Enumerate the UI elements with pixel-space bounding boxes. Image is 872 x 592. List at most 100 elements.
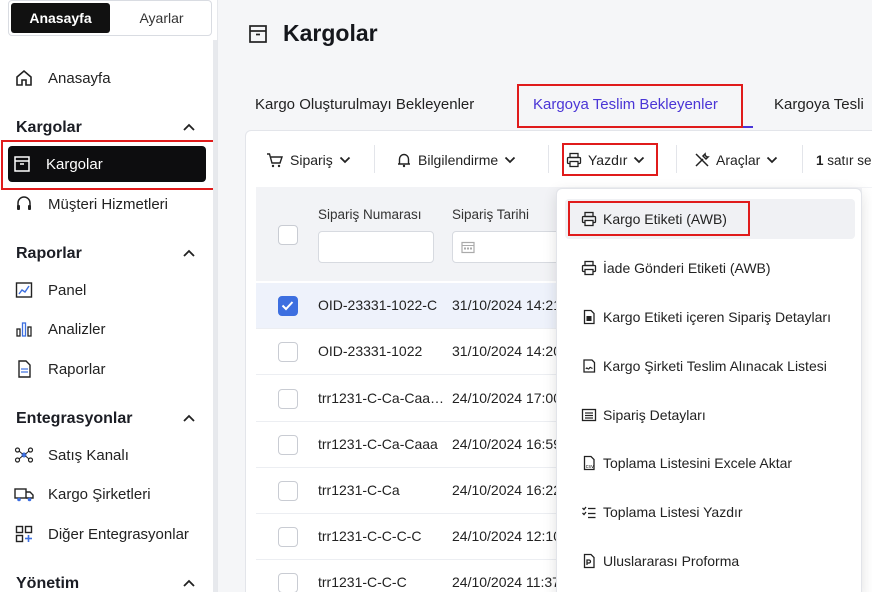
- toolbar-divider: [548, 145, 549, 173]
- section-title: Yönetim: [16, 575, 80, 592]
- document-icon: [581, 309, 597, 325]
- row-checkbox[interactable]: [278, 573, 298, 592]
- print-dropdown-menu: Kargo Etiketi (AWB) İade Gönderi Etiketi…: [556, 188, 862, 592]
- order-no-filter-input[interactable]: [318, 231, 434, 263]
- menu-item-excel-aktar[interactable]: csv Toplama Listesini Excele Aktar: [565, 443, 855, 483]
- select-all-checkbox[interactable]: [278, 225, 298, 245]
- order-date-cell: 24/10/2024 16:22: [452, 482, 561, 498]
- menu-item-kargo-etiketi[interactable]: Kargo Etiketi (AWB): [565, 199, 855, 239]
- sidebar-item-satis-kanali[interactable]: Satış Kanalı: [10, 437, 206, 473]
- order-number-cell: trr1231-C-Ca-Caaa-C: [318, 390, 446, 406]
- menu-item-label: İade Gönderi Etiketi (AWB): [603, 260, 771, 276]
- button-label: Bilgilendirme: [418, 152, 499, 168]
- chevron-down-icon: [766, 156, 778, 164]
- sidebar-item-customer-service[interactable]: Müşteri Hizmetleri: [10, 186, 206, 222]
- menu-item-etiket-siparis-detaylari[interactable]: Kargo Etiketi içeren Sipariş Detayları: [565, 297, 855, 337]
- section-entegrasyonlar[interactable]: Entegrasyonlar: [16, 407, 196, 431]
- sidebar-scrollbar[interactable]: [213, 40, 217, 592]
- sidebar-item-kargolar[interactable]: Kargolar: [8, 146, 206, 182]
- sidebar-item-label: Diğer Entegrasyonlar: [48, 525, 189, 543]
- selection-count: 1 satır se: [816, 149, 872, 171]
- row-checkbox[interactable]: [278, 527, 298, 547]
- row-checkbox[interactable]: [278, 342, 298, 362]
- truck-icon: [12, 482, 36, 506]
- home-icon: [12, 66, 36, 90]
- section-title: Entegrasyonlar: [16, 410, 133, 427]
- menu-item-iade-etiketi[interactable]: İade Gönderi Etiketi (AWB): [565, 248, 855, 288]
- sidebar-item-label: Analizler: [48, 320, 106, 338]
- archive-box-icon: [10, 152, 34, 176]
- tab-awaiting-creation[interactable]: Kargo Oluşturulmayı Bekleyenler: [255, 96, 474, 113]
- row-checkbox[interactable]: [278, 481, 298, 501]
- menu-item-toplama-listesi-yazdir[interactable]: Toplama Listesi Yazdır: [565, 492, 855, 532]
- chevron-down-icon: [504, 156, 516, 164]
- toolbar: Sipariş Bilgilendirme Yazdır Araçlar 1 s…: [246, 131, 872, 187]
- signature-icon: [581, 358, 597, 374]
- sidebar-item-panel[interactable]: Panel: [10, 272, 206, 308]
- section-title: Kargolar: [16, 119, 82, 136]
- menu-item-uluslararasi-proforma[interactable]: Uluslararası Proforma: [565, 541, 855, 581]
- sidebar-item-label: Satış Kanalı: [48, 446, 129, 464]
- chevron-up-icon: [182, 119, 196, 137]
- order-date-filter-input[interactable]: [452, 231, 572, 263]
- order-number-cell: trr1231-C-Ca: [318, 482, 400, 498]
- sidebar-item-label: Panel: [48, 281, 87, 299]
- chevron-down-icon: [633, 156, 645, 164]
- chevron-up-icon: [182, 245, 196, 263]
- tab-home[interactable]: Anasayfa: [11, 3, 110, 33]
- sidebar-item-kargo-sirketleri[interactable]: Kargo Şirketleri: [10, 476, 206, 512]
- order-number-cell: OID-23331-1022-C: [318, 297, 438, 313]
- list-icon: [581, 407, 597, 423]
- row-checkbox[interactable]: [278, 435, 298, 455]
- menu-item-label: Toplama Listesi Yazdır: [603, 504, 743, 520]
- sidebar-item-raporlar[interactable]: Raporlar: [10, 351, 206, 387]
- pdf-file-icon: [581, 553, 597, 569]
- row-checkbox[interactable]: [278, 296, 298, 316]
- tab-delivered[interactable]: Kargoya Tesli: [774, 96, 864, 113]
- toolbar-divider: [676, 145, 677, 173]
- menu-item-label: Toplama Listesini Excele Aktar: [603, 455, 793, 471]
- dashboard-icon: [12, 278, 36, 302]
- siparis-button[interactable]: Sipariş: [266, 149, 351, 171]
- sidebar-item-label: Kargo Şirketleri: [48, 485, 151, 503]
- menu-item-siparis-detaylari[interactable]: Sipariş Detayları: [565, 395, 855, 435]
- toolbar-divider: [374, 145, 375, 173]
- column-header-order-date: Sipariş Tarihi: [452, 207, 530, 222]
- order-number-cell: trr1231-C-C-C-C: [318, 528, 422, 544]
- sidebar-item-label: Raporlar: [48, 360, 106, 378]
- menu-item-label: Kargo Şirketi Teslim Alınacak Listesi: [603, 358, 827, 374]
- sidebar-item-diger-entegrasyonlar[interactable]: Diğer Entegrasyonlar: [10, 516, 206, 552]
- sidebar: Anasayfa Ayarlar Anasayfa Kargolar Kargo…: [0, 0, 218, 592]
- section-yonetim[interactable]: Yönetim: [16, 572, 196, 592]
- button-label: Sipariş: [290, 152, 333, 168]
- report-document-icon: [12, 357, 36, 381]
- svg-text:csv: csv: [586, 464, 594, 470]
- araclar-button[interactable]: Araçlar: [694, 149, 778, 171]
- calendar-icon: [461, 240, 475, 259]
- sidebar-item-home[interactable]: Anasayfa: [10, 60, 206, 96]
- chevron-up-icon: [182, 575, 196, 592]
- section-raporlar[interactable]: Raporlar: [16, 242, 196, 266]
- page-title: Kargolar: [247, 20, 378, 47]
- menu-item-teslim-alinacak-listesi[interactable]: Kargo Şirketi Teslim Alınacak Listesi: [565, 346, 855, 386]
- sidebar-item-analizler[interactable]: Analizler: [10, 311, 206, 347]
- button-label: Yazdır: [588, 152, 628, 168]
- tab-settings[interactable]: Ayarlar: [112, 1, 211, 35]
- printer-icon: [581, 260, 597, 276]
- check-icon: [281, 301, 294, 311]
- section-kargolar[interactable]: Kargolar: [16, 116, 196, 140]
- selection-count-label: satır se: [827, 152, 872, 168]
- chevron-up-icon: [182, 410, 196, 428]
- bilgilendirme-button[interactable]: Bilgilendirme: [396, 149, 516, 171]
- cart-icon: [266, 152, 284, 168]
- order-number-cell: trr1231-C-Ca-Caaa: [318, 436, 438, 452]
- bell-icon: [396, 152, 412, 168]
- row-checkbox[interactable]: [278, 389, 298, 409]
- checklist-icon: [581, 504, 597, 520]
- bar-chart-icon: [12, 317, 36, 341]
- toolbar-divider: [802, 145, 803, 173]
- tab-awaiting-delivery[interactable]: Kargoya Teslim Bekleyenler: [533, 96, 718, 113]
- headset-icon: [12, 192, 36, 216]
- yazdir-button[interactable]: Yazdır: [566, 149, 645, 171]
- order-number-cell: OID-23331-1022: [318, 343, 423, 359]
